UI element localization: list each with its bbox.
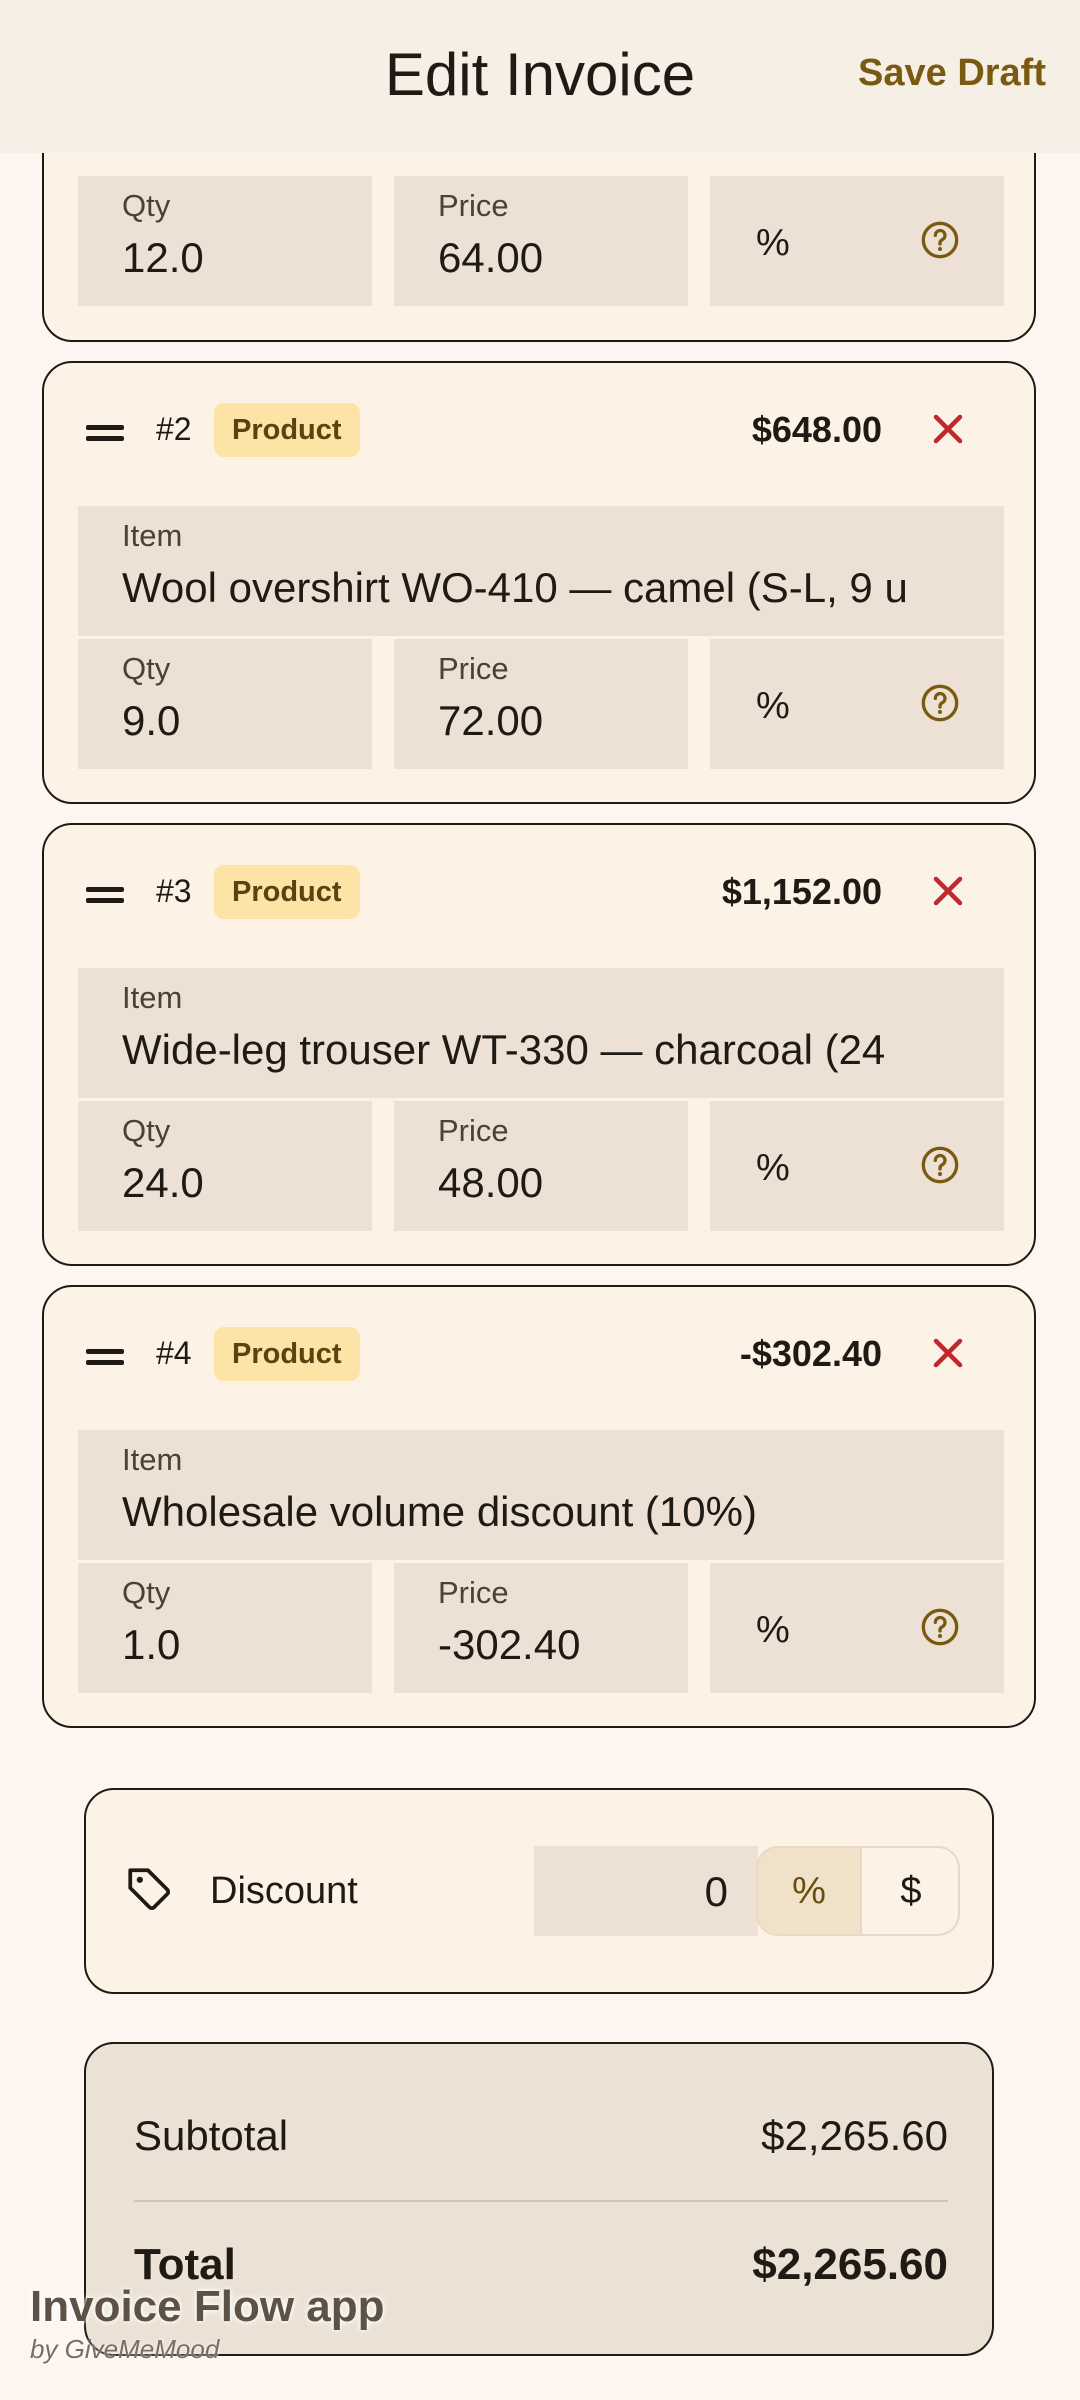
drag-handle-icon[interactable] <box>86 423 124 443</box>
help-icon[interactable] <box>920 220 960 260</box>
percent-label: % <box>756 1147 790 1189</box>
qty-label: Qty <box>122 188 171 223</box>
line-amount: $648.00 <box>751 409 882 450</box>
product-badge: Product <box>214 403 360 457</box>
price-label: Price <box>438 1575 509 1610</box>
line-number: #3 <box>156 873 192 909</box>
help-icon[interactable] <box>920 683 960 723</box>
app-bar: Edit Invoice Save Draft <box>0 0 1080 153</box>
item-label: Item <box>122 1442 183 1477</box>
help-icon[interactable] <box>920 1145 960 1185</box>
dollar-option-button[interactable]: $ <box>862 1848 958 1934</box>
tax-percent-field[interactable]: % <box>710 176 1004 306</box>
price-value: 48.00 <box>438 1159 544 1206</box>
line-item-card-3: #3 Product $1,152.00 Item Wide-leg trous… <box>42 823 1036 1266</box>
tag-icon <box>128 1868 170 1910</box>
discount-label: Discount <box>210 1870 358 1912</box>
line-item-header: #2 Product $648.00 <box>44 363 1034 503</box>
discount-type-toggle[interactable]: % $ <box>756 1846 960 1936</box>
price-label: Price <box>438 1113 509 1148</box>
watermark: Invoice Flow app by GiveMeMood <box>30 2282 385 2365</box>
percent-label: % <box>756 222 790 264</box>
tax-percent-field[interactable]: % <box>710 1563 1004 1693</box>
discount-value: 0 <box>704 1868 728 1915</box>
product-badge: Product <box>214 865 360 919</box>
line-item-header: #3 Product $1,152.00 <box>44 825 1034 965</box>
drag-handle-icon[interactable] <box>86 1347 124 1367</box>
discount-card: Discount 0 % $ <box>84 1788 994 1994</box>
save-draft-button[interactable]: Save Draft <box>858 52 1046 95</box>
product-badge: Product <box>214 1327 360 1381</box>
percent-label: % <box>756 685 790 727</box>
line-item-card-4: #4 Product -$302.40 Item Wholesale volum… <box>42 1285 1036 1728</box>
item-description: Wool overshirt WO-410 — camel (S-L, 9 u <box>122 564 908 611</box>
qty-value: 1.0 <box>122 1621 181 1668</box>
qty-label: Qty <box>122 1575 171 1610</box>
watermark-title: Invoice Flow app <box>30 2282 385 2331</box>
qty-field[interactable]: Qty 9.0 <box>78 639 372 769</box>
qty-field[interactable]: Qty 24.0 <box>78 1101 372 1231</box>
qty-value: 12.0 <box>122 234 204 281</box>
total-value: $2,265.60 <box>752 2240 948 2289</box>
item-description: Wholesale volume discount (10%) <box>122 1488 757 1535</box>
percent-label: % <box>756 1609 790 1651</box>
divider <box>134 2200 948 2202</box>
tax-percent-field[interactable]: % <box>710 639 1004 769</box>
drag-handle-icon[interactable] <box>86 885 124 905</box>
close-icon[interactable] <box>930 1335 966 1371</box>
line-item-card-2: #2 Product $648.00 Item Wool overshirt W… <box>42 361 1036 804</box>
line-number: #2 <box>156 411 192 447</box>
price-value: 64.00 <box>438 234 544 281</box>
qty-field[interactable]: Qty 1.0 <box>78 1563 372 1693</box>
qty-value: 9.0 <box>122 697 181 744</box>
price-label: Price <box>438 651 509 686</box>
tax-percent-field[interactable]: % <box>710 1101 1004 1231</box>
help-icon[interactable] <box>920 1607 960 1647</box>
watermark-subtitle: by GiveMeMood <box>30 2334 220 2364</box>
item-label: Item <box>122 518 183 553</box>
qty-field[interactable]: Qty 12.0 <box>78 176 372 306</box>
price-field[interactable]: Price -302.40 <box>394 1563 688 1693</box>
subtotal-label: Subtotal <box>134 2112 289 2159</box>
discount-input[interactable]: 0 <box>534 1846 758 1936</box>
price-label: Price <box>438 188 509 223</box>
price-value: 72.00 <box>438 697 544 744</box>
item-field[interactable]: Item Wide-leg trouser WT-330 — charcoal … <box>78 968 1004 1098</box>
qty-label: Qty <box>122 1113 171 1148</box>
item-label: Item <box>122 980 183 1015</box>
close-icon[interactable] <box>930 411 966 447</box>
price-field[interactable]: Price 64.00 <box>394 176 688 306</box>
line-item-header: #4 Product -$302.40 <box>44 1287 1034 1427</box>
percent-option-button[interactable]: % <box>758 1848 862 1934</box>
price-value: -302.40 <box>438 1621 581 1668</box>
line-amount: -$302.40 <box>739 1333 882 1374</box>
qty-value: 24.0 <box>122 1159 204 1206</box>
item-description: Wide-leg trouser WT-330 — charcoal (24 <box>122 1026 886 1073</box>
price-field[interactable]: Price 72.00 <box>394 639 688 769</box>
close-icon[interactable] <box>930 873 966 909</box>
price-field[interactable]: Price 48.00 <box>394 1101 688 1231</box>
item-field[interactable]: Item Wholesale volume discount (10%) <box>78 1430 1004 1560</box>
line-number: #4 <box>156 1335 192 1371</box>
item-field[interactable]: Item Wool overshirt WO-410 — camel (S-L,… <box>78 506 1004 636</box>
line-amount: $1,152.00 <box>721 871 882 912</box>
subtotal-value: $2,265.60 <box>761 2112 948 2159</box>
qty-label: Qty <box>122 651 171 686</box>
